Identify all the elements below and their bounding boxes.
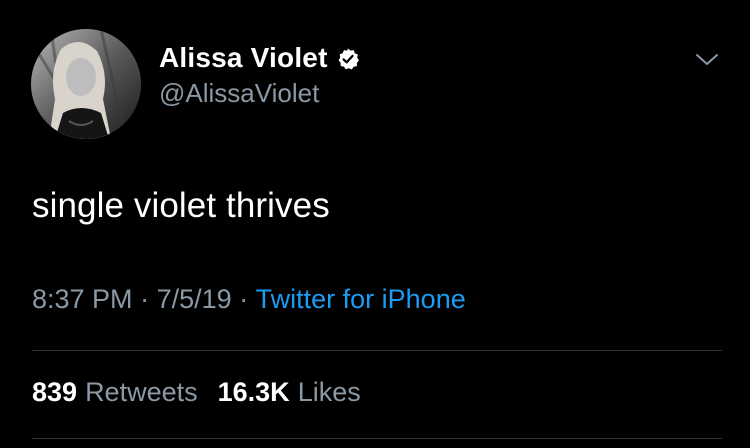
likes-stat[interactable]: 16.3K Likes [218,377,361,408]
retweets-count: 839 [32,377,78,407]
meta-separator: · [132,284,157,314]
display-name[interactable]: Alissa Violet [159,42,328,74]
tweet-source-link[interactable]: Twitter for iPhone [256,284,466,315]
divider [32,350,722,351]
likes-label: Likes [297,377,361,407]
retweets-label: Retweets [85,377,198,407]
retweets-stat[interactable]: 839 Retweets [32,377,198,408]
tweet-time: 8:37 PM [32,284,133,314]
tweet-stats: 839 Retweets 16.3K Likes [32,377,361,408]
chevron-down-icon[interactable] [692,48,722,72]
tweet-meta: 8:37 PM · 7/5/19 · Twitter for iPhone [32,284,466,315]
avatar[interactable] [31,29,141,139]
verified-badge-icon [336,47,360,71]
divider [32,438,722,439]
tweet-date: 7/5/19 [156,284,232,314]
tweet-text: single violet thrives [32,186,330,225]
display-name-row: Alissa Violet [159,40,360,76]
user-handle[interactable]: @AlissaViolet [159,78,319,109]
profile-photo [31,29,141,139]
meta-separator: · [231,284,256,314]
likes-count: 16.3K [217,377,290,407]
